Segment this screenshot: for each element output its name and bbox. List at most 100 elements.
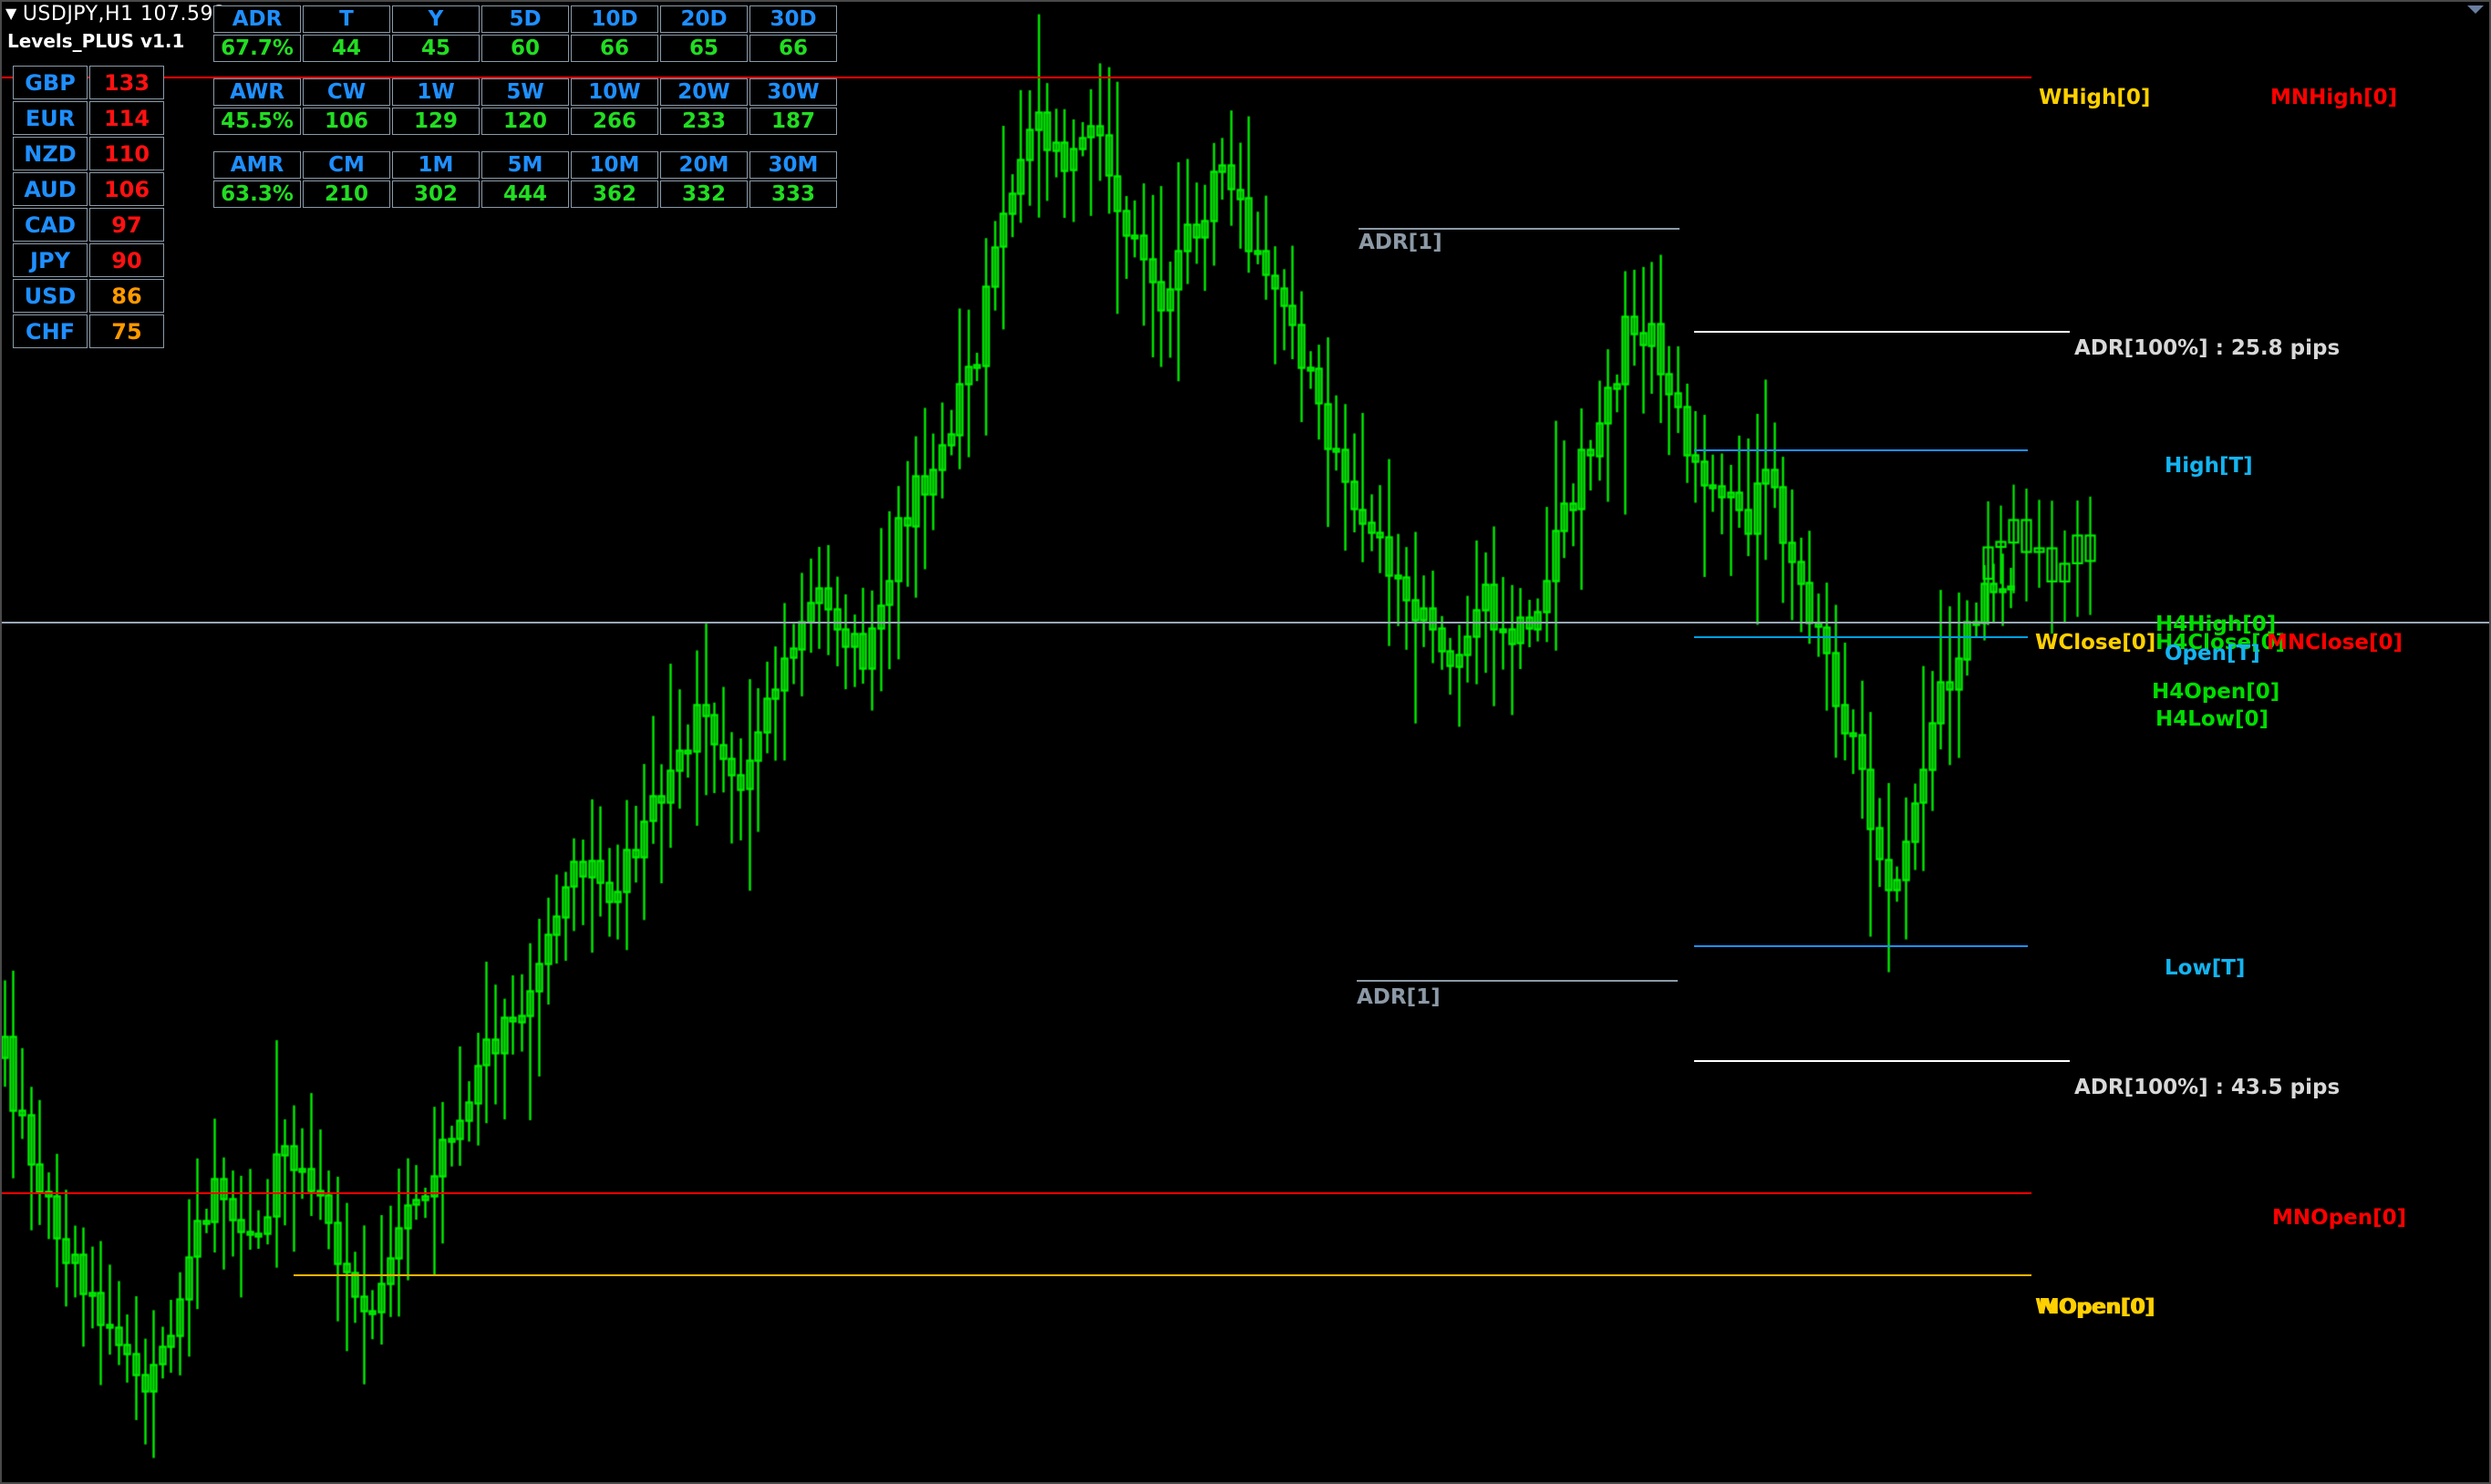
currency-strength-row: USD 86 (13, 279, 164, 313)
indicator-name: Levels_PLUS v1.1 (7, 30, 185, 52)
adr1-top-line (1359, 228, 1680, 230)
range-header-cw: CW (303, 78, 390, 106)
range-header-y: Y (392, 5, 480, 33)
currency-code: NZD (13, 137, 88, 170)
range-header-10m: 10M (571, 151, 658, 179)
currency-strength-value: 90 (89, 243, 164, 277)
range-header-10w: 10W (571, 78, 658, 106)
chart-canvas[interactable] (0, 0, 2491, 1484)
range-header-5w: 5W (481, 78, 569, 106)
level-label-mnclose: MNClose[0] (2267, 631, 2403, 654)
range-header-20d: 20D (660, 5, 748, 33)
currency-code: GBP (13, 66, 88, 99)
currency-strength-value: 133 (89, 66, 164, 99)
wclose-line (1694, 636, 2028, 638)
level-label-mnopen: MNOpen[0] (2272, 1206, 2407, 1230)
range-value-10d: 66 (571, 35, 658, 62)
lowt-line (1694, 945, 2028, 947)
currency-code: JPY (13, 243, 88, 277)
awr-range-table: AWR CW 1W 5W 10W 20W 30W 45.5% 106 129 120 266 233 18… (212, 77, 839, 137)
level-label-whigh: WHigh[0] (2039, 86, 2151, 109)
range-value-20m: 332 (660, 180, 748, 208)
range-value-cw: 106 (303, 108, 390, 135)
range-header-30w: 30W (749, 78, 837, 106)
chart-title-text: USDJPY,H1 107.593 (22, 3, 227, 26)
wopen-line (294, 1274, 2031, 1276)
range-value-awr: 45.5% (213, 108, 301, 135)
level-label-adr100-dn: ADR[100%] : 43.5 pips (2074, 1076, 2341, 1099)
currency-code: CHF (13, 314, 88, 348)
currency-strength-row: CHF 75 (13, 314, 164, 348)
currency-strength-value: 106 (89, 172, 164, 206)
range-header-cm: CM (303, 151, 390, 179)
opent-line (0, 622, 2491, 623)
range-value-10m: 362 (571, 180, 658, 208)
range-value-20w: 233 (660, 108, 748, 135)
currency-strength-row: CAD 97 (13, 208, 164, 242)
range-header-t: T (303, 5, 390, 33)
range-value-cm: 210 (303, 180, 390, 208)
currency-strength-row: NZD 110 (13, 137, 164, 170)
mnopen-line (0, 1192, 2031, 1194)
range-table-value-row: 63.3% 210 302 444 362 332 333 (213, 180, 837, 208)
range-value-y: 45 (392, 35, 480, 62)
range-header-1m: 1M (392, 151, 480, 179)
range-table-value-row: 67.7% 44 45 60 66 65 66 (213, 35, 837, 62)
level-label-wclose: WClose[0] (2035, 631, 2156, 654)
range-header-10d: 10D (571, 5, 658, 33)
amr-range-table: AMR CM 1M 5M 10M 20M 30M 63.3% 210 302 444 362 332 33… (212, 149, 839, 210)
chart-scroll-marker-icon[interactable] (2467, 5, 2484, 14)
range-value-5w: 120 (481, 108, 569, 135)
range-table-header-row: AWR CW 1W 5W 10W 20W 30W (213, 78, 837, 106)
level-label-mnhigh: MNHigh[0] (2270, 86, 2398, 109)
level-label-adr100-up: ADR[100%] : 25.8 pips (2074, 336, 2341, 360)
level-label-mopen: MOpen[0] (2039, 1295, 2155, 1319)
currency-strength-row: AUD 106 (13, 172, 164, 206)
adr-range-table: ADR T Y 5D 10D 20D 30D 67.7% 44 45 60 66 65 66 (212, 4, 839, 64)
range-header-5m: 5M (481, 151, 569, 179)
currency-strength-value: 86 (89, 279, 164, 313)
currency-strength-row: EUR 114 (13, 101, 164, 135)
chart-dropdown-icon[interactable]: ▼ (5, 5, 17, 22)
range-header-20m: 20M (660, 151, 748, 179)
level-label-adr1-bot: ADR[1] (1357, 985, 1441, 1009)
candlestick-series (0, 0, 2491, 1484)
currency-strength-row: GBP 133 (13, 66, 164, 99)
range-value-10w: 266 (571, 108, 658, 135)
range-value-5m: 444 (481, 180, 569, 208)
range-header-1w: 1W (392, 78, 480, 106)
range-table-header-row: AMR CM 1M 5M 10M 20M 30M (213, 151, 837, 179)
currency-code: EUR (13, 101, 88, 135)
level-label-opent: Open[T] (2165, 642, 2260, 665)
range-header-30d: 30D (749, 5, 837, 33)
range-value-20d: 65 (660, 35, 748, 62)
currency-strength-value: 75 (89, 314, 164, 348)
level-label-adr1-top: ADR[1] (1359, 231, 1442, 254)
currency-strength-value: 110 (89, 137, 164, 170)
range-header-awr: AWR (213, 78, 301, 106)
currency-strength-row: JPY 90 (13, 243, 164, 277)
currency-code: USD (13, 279, 88, 313)
range-value-30w: 187 (749, 108, 837, 135)
range-value-amr: 63.3% (213, 180, 301, 208)
range-value-t: 44 (303, 35, 390, 62)
level-label-lowt: Low[T] (2165, 956, 2246, 980)
hight-line (1694, 449, 2028, 451)
range-header-30m: 30M (749, 151, 837, 179)
currency-code: CAD (13, 208, 88, 242)
range-header-20w: 20W (660, 78, 748, 106)
currency-code: AUD (13, 172, 88, 206)
level-label-h4open: H4Open[0] (2152, 680, 2280, 704)
range-value-adr: 67.7% (213, 35, 301, 62)
range-value-1m: 302 (392, 180, 480, 208)
chart-title: ▼ USDJPY,H1 107.593 (5, 3, 227, 26)
range-value-30d: 66 (749, 35, 837, 62)
range-header-amr: AMR (213, 151, 301, 179)
adr100-dn-line (1694, 1060, 2070, 1062)
range-header-5d: 5D (481, 5, 569, 33)
currency-strength-table: GBP 133 EUR 114 NZD 110 AUD 106 CAD 97 JPY 90 USD 86 C… (11, 64, 166, 350)
range-table-value-row: 45.5% 106 129 120 266 233 187 (213, 108, 837, 135)
adr100-up-line (1694, 331, 2070, 333)
currency-strength-value: 97 (89, 208, 164, 242)
range-value-1w: 129 (392, 108, 480, 135)
